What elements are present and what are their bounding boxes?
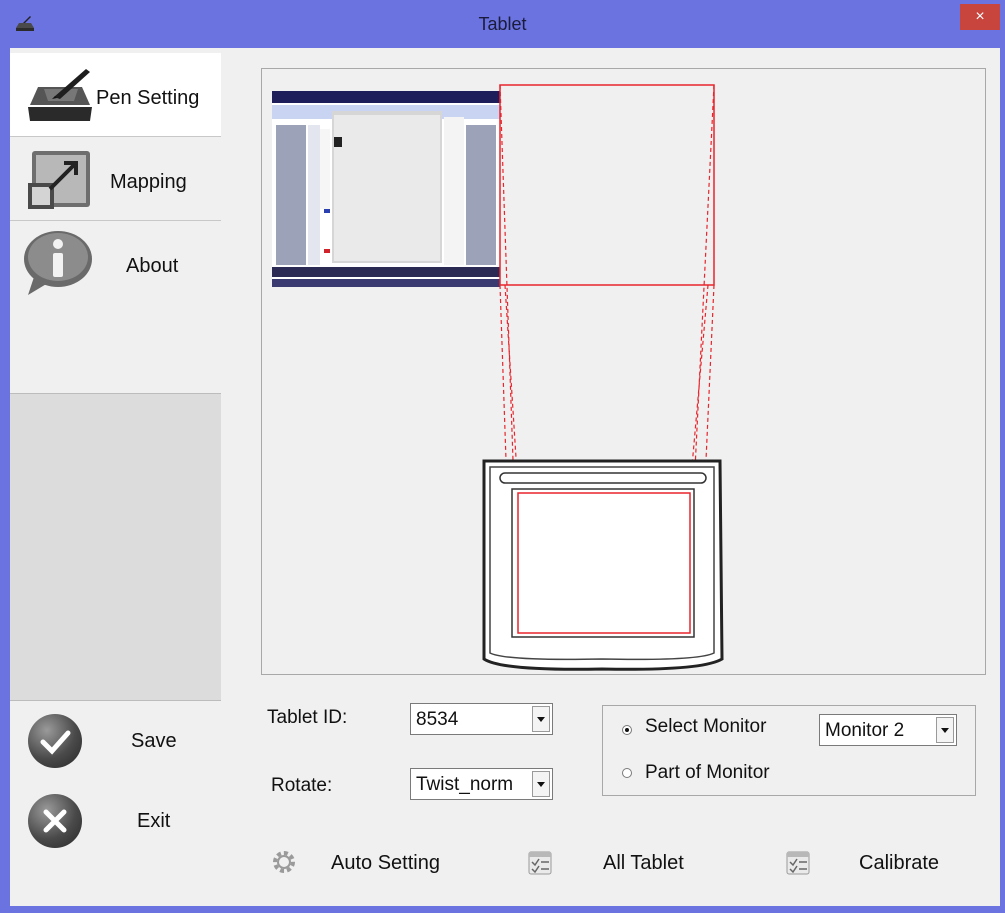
close-button[interactable]: × — [960, 4, 1000, 30]
checklist-icon — [528, 851, 552, 875]
exit-label: Exit — [137, 810, 171, 832]
gear-icon — [273, 851, 295, 873]
monitor-select[interactable]: Monitor 2 — [819, 714, 957, 746]
close-circle-icon — [28, 794, 82, 848]
checkmark-icon — [28, 714, 82, 768]
save-button[interactable]: Save — [10, 708, 221, 788]
tablet-window: Tablet × Pen Setting Mapping About Save … — [0, 0, 1005, 913]
chevron-down-icon[interactable] — [532, 771, 550, 797]
mapping-arrow-icon — [28, 151, 90, 209]
all-tablet-label: All Tablet — [603, 852, 684, 874]
sidebar-item-label: Pen Setting — [96, 87, 200, 109]
part-of-monitor-label[interactable]: Part of Monitor — [645, 762, 770, 784]
tablet-id-label: Tablet ID: — [267, 707, 348, 728]
mapping-preview — [261, 68, 986, 675]
rotate-select[interactable]: Twist_norm — [410, 768, 553, 800]
auto-setting-label: Auto Setting — [331, 852, 440, 874]
calibrate-label: Calibrate — [859, 852, 940, 874]
sidebar: Pen Setting Mapping About Save Exit — [10, 48, 221, 906]
rotate-value: Twist_norm — [416, 774, 514, 795]
tablet-device — [482, 459, 724, 671]
sidebar-item-label: Mapping — [110, 171, 187, 193]
window-title: Tablet — [478, 14, 527, 34]
all-tablet-button[interactable]: All Tablet — [525, 843, 705, 883]
pen-tablet-icon — [28, 69, 92, 121]
select-monitor-label[interactable]: Select Monitor — [645, 716, 766, 738]
monitor-value: Monitor 2 — [825, 720, 905, 741]
save-label: Save — [131, 730, 177, 752]
title-bar[interactable]: Tablet × — [0, 0, 1005, 48]
sidebar-item-mapping[interactable]: Mapping — [10, 137, 221, 221]
part-of-monitor-radio[interactable] — [622, 768, 632, 778]
sidebar-item-pen-setting[interactable]: Pen Setting — [10, 53, 221, 137]
desktop-thumbnail — [272, 91, 500, 287]
chevron-down-icon[interactable] — [532, 706, 550, 732]
monitor-group: Select Monitor Part of Monitor Monitor 2 — [602, 705, 976, 796]
calibrate-button[interactable]: Calibrate — [783, 843, 963, 883]
mapping-diagram — [272, 84, 724, 671]
tablet-id-select[interactable]: 8534 — [410, 703, 553, 735]
exit-button[interactable]: Exit — [10, 790, 221, 870]
select-monitor-radio[interactable] — [622, 725, 632, 735]
info-bubble-icon — [24, 231, 92, 295]
chevron-down-icon[interactable] — [936, 717, 954, 743]
checklist-icon — [786, 851, 810, 875]
tablet-id-value: 8534 — [416, 709, 459, 730]
selected-monitor-frame — [499, 84, 715, 286]
sidebar-item-about[interactable]: About — [10, 221, 221, 305]
sidebar-empty-panel — [10, 393, 221, 701]
rotate-label: Rotate: — [271, 775, 333, 796]
auto-setting-button[interactable]: Auto Setting — [269, 843, 469, 883]
sidebar-item-label: About — [126, 255, 179, 277]
